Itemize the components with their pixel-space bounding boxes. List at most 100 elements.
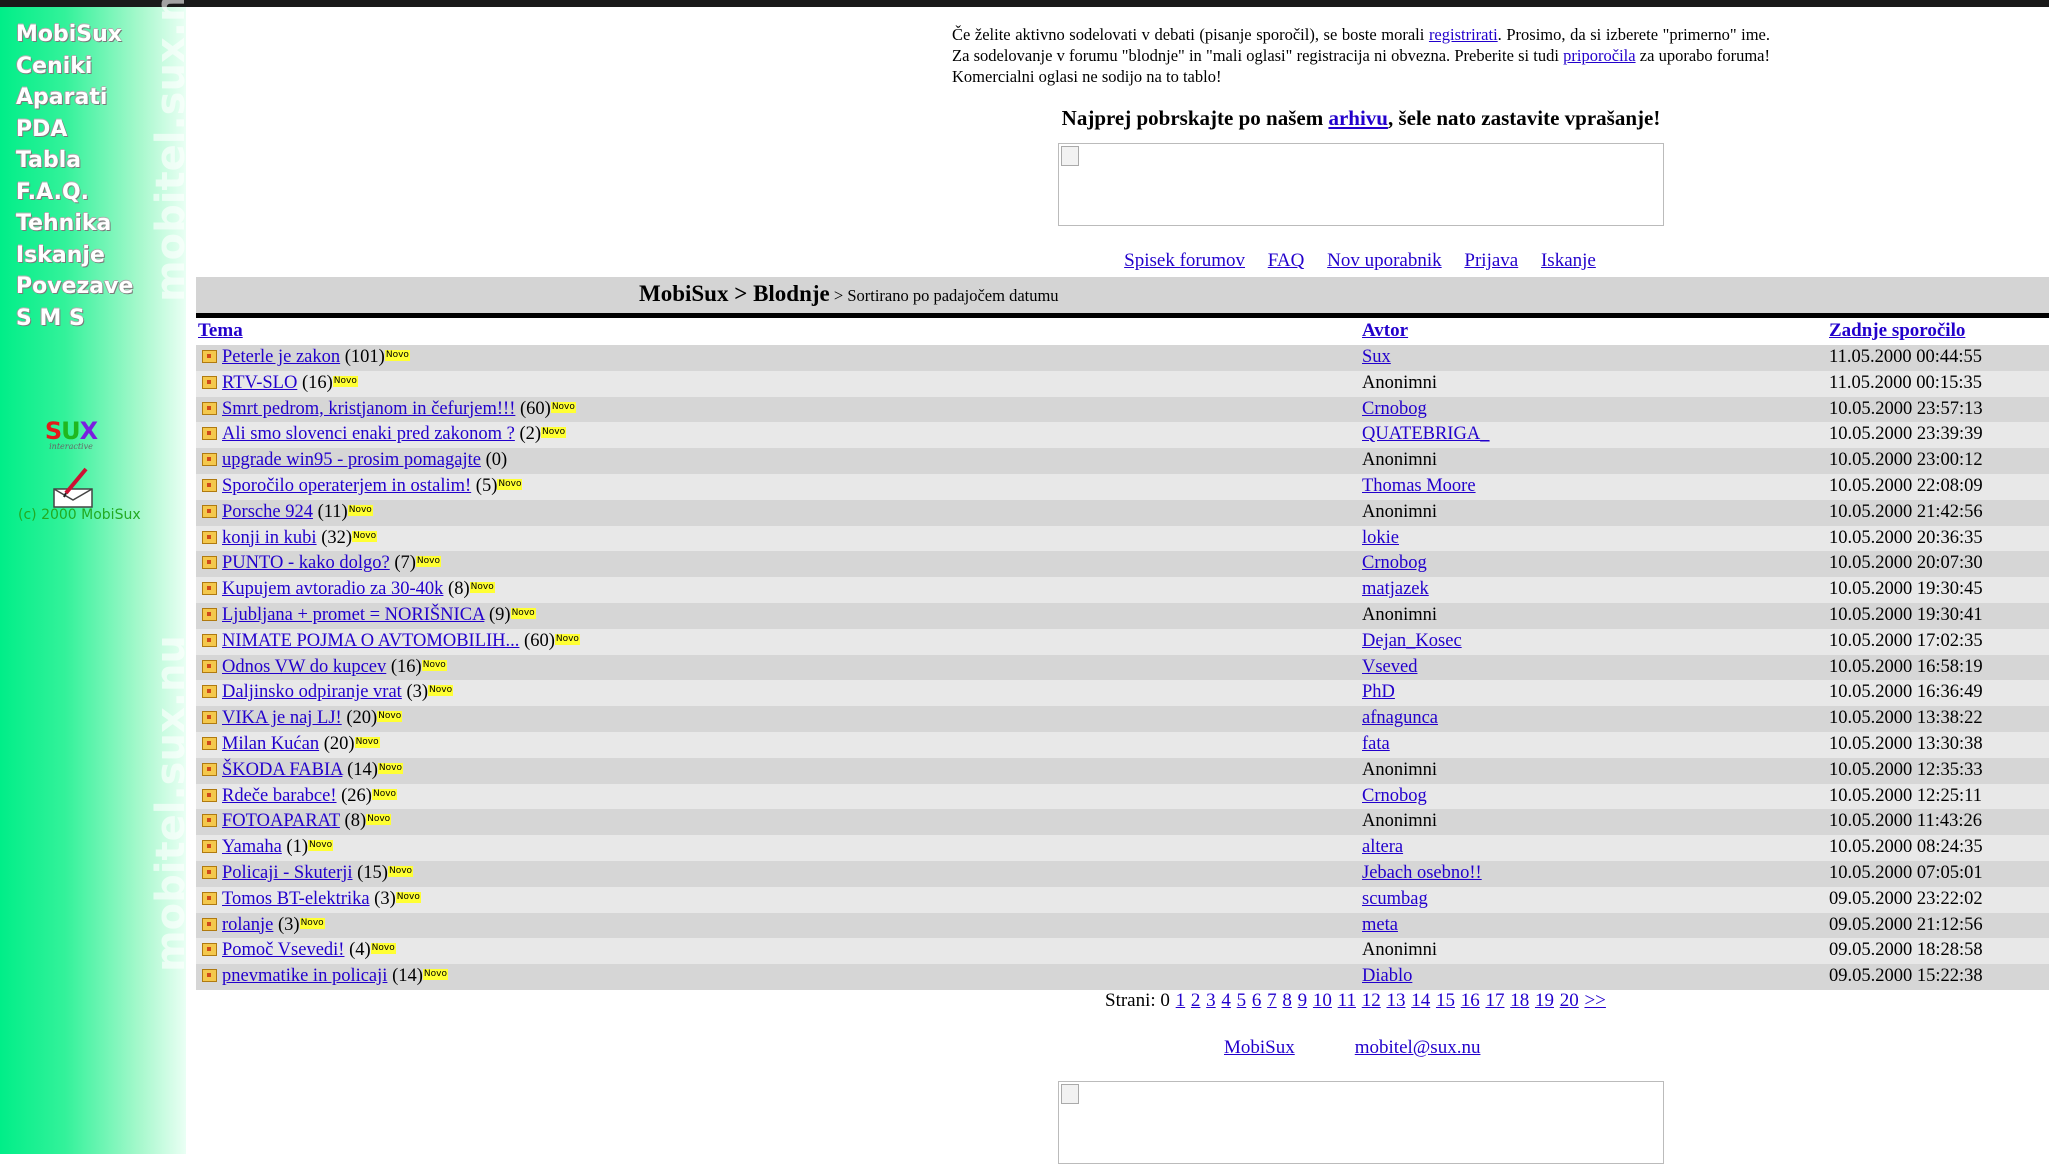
author-link[interactable]: Diablo	[1362, 964, 1412, 990]
search-link[interactable]: Iskanje	[1541, 250, 1596, 271]
author-link[interactable]: Crnobog	[1362, 784, 1427, 810]
sidebar-item-mobisux[interactable]: MobiSux	[16, 19, 133, 51]
author-link[interactable]: fata	[1362, 732, 1390, 758]
topic-link[interactable]: NIMATE POJMA O AVTOMOBILIH...	[222, 631, 519, 651]
recommendations-link[interactable]: priporočila	[1563, 46, 1635, 65]
page-link[interactable]: 5	[1237, 990, 1247, 1011]
topic-cell: Ali smo slovenci enaki pred zakonom ? (2…	[202, 422, 567, 448]
topic-link[interactable]: Ljubljana + promet = NORIŠNICA	[222, 605, 484, 625]
sidebar-item-sms[interactable]: S M S	[16, 303, 133, 335]
sort-by-author-link[interactable]: Avtor	[1362, 320, 1408, 341]
topic-link[interactable]: Ali smo slovenci enaki pred zakonom ?	[222, 424, 515, 444]
reply-count: (26)	[341, 785, 372, 806]
topic-link[interactable]: upgrade win95 - prosim pomagajte	[222, 450, 481, 470]
sidebar-item-pda[interactable]: PDA	[16, 114, 133, 146]
page-link[interactable]: 7	[1267, 990, 1277, 1011]
forum-list-link[interactable]: Spisek forumov	[1124, 250, 1245, 271]
topic-link[interactable]: Sporočilo operaterjem in ostalim!	[222, 476, 471, 496]
topic-link[interactable]: rolanje	[222, 915, 273, 935]
page-link[interactable]: 9	[1298, 990, 1308, 1011]
sidebar-item-faq[interactable]: F.A.Q.	[16, 177, 133, 209]
page-link[interactable]: 8	[1282, 990, 1292, 1011]
topic-link[interactable]: Milan Kućan	[222, 734, 319, 754]
topic-link[interactable]: Odnos VW do kupcev	[222, 657, 386, 677]
faq-link[interactable]: FAQ	[1268, 250, 1305, 271]
author-link[interactable]: Vseved	[1362, 655, 1417, 681]
author-link[interactable]: afnagunca	[1362, 706, 1438, 732]
topic-link[interactable]: Peterle je zakon	[222, 347, 340, 367]
topic-link[interactable]: PUNTO - kako dolgo?	[222, 553, 390, 573]
sidebar-item-aparati[interactable]: Aparati	[16, 82, 133, 114]
banner-ad-top[interactable]	[1058, 143, 1664, 226]
footer-home-link[interactable]: MobiSux	[1224, 1037, 1295, 1058]
author-link[interactable]: Crnobog	[1362, 397, 1427, 423]
sidebar-item-iskanje[interactable]: Iskanje	[16, 240, 133, 272]
register-link[interactable]: registrirati	[1429, 25, 1498, 44]
topic-link[interactable]: pnevmatike in policaji	[222, 966, 387, 986]
page-link[interactable]: 15	[1436, 990, 1455, 1011]
login-link[interactable]: Prijava	[1464, 250, 1518, 271]
author-link[interactable]: Thomas Moore	[1362, 474, 1476, 500]
new-user-link[interactable]: Nov uporabnik	[1327, 250, 1442, 271]
topic-link[interactable]: Policaji - Skuterji	[222, 863, 353, 883]
archive-link[interactable]: arhivu	[1328, 106, 1388, 130]
topic-link[interactable]: ŠKODA FABIA	[222, 760, 342, 780]
table-row: RTV-SLO (16)Novo Anonimni 11.05.2000 00:15…	[196, 370, 2049, 397]
topic-link[interactable]: Yamaha	[222, 837, 282, 857]
sort-by-last-message-link[interactable]: Zadnje sporočilo	[1829, 320, 1965, 341]
topic-link[interactable]: Kupujem avtoradio za 30-40k	[222, 579, 443, 599]
new-badge: Novo	[377, 711, 403, 723]
table-row: Policaji - Skuterji (15)Novo Jebach osebn…	[196, 860, 2049, 887]
topic-link[interactable]: konji in kubi	[222, 528, 317, 548]
topic-link[interactable]: Rdeče barabce!	[222, 786, 337, 806]
author-link[interactable]: matjazek	[1362, 577, 1429, 603]
last-message-date: 10.05.2000 23:00:12	[1829, 450, 1983, 471]
pen-letter-icon[interactable]	[52, 467, 94, 509]
topic-link[interactable]: Smrt pedrom, kristjanom in čefurjem!!!	[222, 399, 515, 419]
footer-email-link[interactable]: mobitel@sux.nu	[1355, 1037, 1481, 1058]
last-message-date: 10.05.2000 11:43:26	[1829, 811, 1982, 832]
author-link[interactable]: Crnobog	[1362, 551, 1427, 577]
page-link[interactable]: 4	[1221, 990, 1231, 1011]
topic-link[interactable]: RTV-SLO	[222, 373, 297, 393]
page-link[interactable]: 6	[1252, 990, 1262, 1011]
sidebar-item-povezave[interactable]: Povezave	[16, 271, 133, 303]
author-link[interactable]: Dejan_Kosec	[1362, 629, 1462, 655]
sort-by-topic-link[interactable]: Tema	[198, 320, 243, 341]
topic-link[interactable]: Tomos BT-elektrika	[222, 889, 370, 909]
topic-link[interactable]: Daljinsko odpiranje vrat	[222, 682, 402, 702]
next-page-link[interactable]: >>	[1584, 990, 1605, 1011]
topic-cell: Yamaha (1)Novo	[202, 835, 334, 861]
page-link[interactable]: 11	[1338, 990, 1356, 1011]
sidebar-item-tehnika[interactable]: Tehnika	[16, 208, 133, 240]
page-link[interactable]: 10	[1313, 990, 1332, 1011]
author-link[interactable]: altera	[1362, 835, 1403, 861]
page-link[interactable]: 1	[1176, 990, 1186, 1011]
author-link[interactable]: PhD	[1362, 680, 1395, 706]
page-link[interactable]: 16	[1461, 990, 1480, 1011]
sux-logo[interactable]: SUX interactive	[42, 419, 100, 451]
page-link[interactable]: 12	[1362, 990, 1381, 1011]
page-link[interactable]: 20	[1560, 990, 1579, 1011]
topic-link[interactable]: Porsche 924	[222, 502, 313, 522]
page-link[interactable]: 18	[1510, 990, 1529, 1011]
page-link[interactable]: 3	[1206, 990, 1216, 1011]
topic-cell: konji in kubi (32)Novo	[202, 526, 378, 552]
page-link[interactable]: 14	[1411, 990, 1430, 1011]
banner-ad-bottom[interactable]	[1058, 1081, 1664, 1164]
author-link[interactable]: scumbag	[1362, 887, 1428, 913]
topic-link[interactable]: Pomoč Vsevedi!	[222, 940, 344, 960]
sidebar-item-ceniki[interactable]: Ceniki	[16, 51, 133, 83]
topic-link[interactable]: FOTOAPARAT	[222, 811, 340, 831]
sidebar-item-tabla[interactable]: Tabla	[16, 145, 133, 177]
page-link[interactable]: 13	[1386, 990, 1405, 1011]
page-link[interactable]: 2	[1191, 990, 1201, 1011]
author-link[interactable]: lokie	[1362, 526, 1399, 552]
author-link[interactable]: meta	[1362, 913, 1398, 939]
page-link[interactable]: 17	[1485, 990, 1504, 1011]
topic-link[interactable]: VIKA je naj LJ!	[222, 708, 342, 728]
author-link[interactable]: QUATEBRIGA_	[1362, 422, 1489, 448]
author-link[interactable]: Jebach osebno!!	[1362, 861, 1482, 887]
page-link[interactable]: 19	[1535, 990, 1554, 1011]
author-link[interactable]: Sux	[1362, 345, 1391, 371]
